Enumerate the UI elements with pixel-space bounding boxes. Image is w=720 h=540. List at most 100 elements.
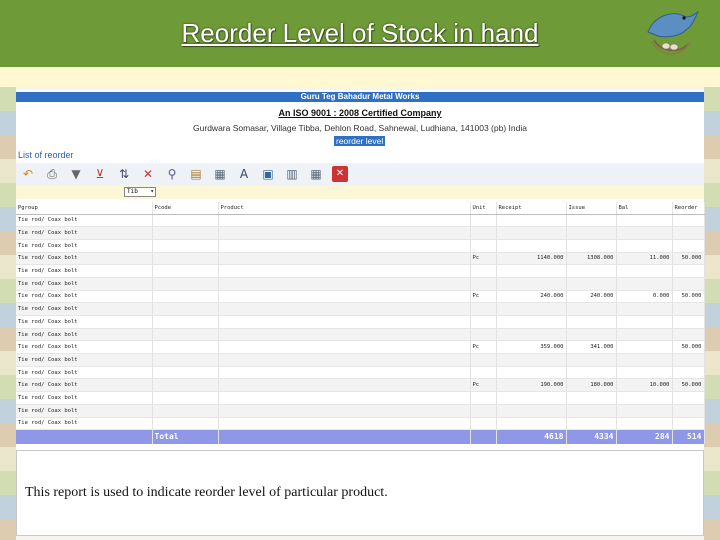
report-name-link[interactable]: reorder level bbox=[334, 136, 386, 146]
table-row[interactable]: Tie rod/ Coax bolt bbox=[16, 404, 705, 418]
column-header[interactable]: Unit bbox=[470, 202, 497, 215]
column-header[interactable]: Pcode bbox=[152, 202, 219, 215]
table-cell bbox=[496, 264, 567, 278]
table-cell: 359.000 bbox=[496, 340, 567, 355]
search-icon[interactable]: ⚲ bbox=[164, 166, 180, 182]
table-cell: 1308.000 bbox=[566, 252, 617, 266]
list-label: List of reorder bbox=[18, 150, 74, 160]
table-cell bbox=[218, 277, 471, 291]
table-cell: Tie rod/ Coax bolt bbox=[16, 378, 153, 393]
table-cell bbox=[566, 315, 617, 329]
table-cell: Tie rod/ Coax bolt bbox=[16, 239, 153, 253]
table-cell bbox=[616, 404, 673, 418]
table-cell bbox=[566, 328, 617, 342]
column-header[interactable]: Reorder bbox=[672, 202, 705, 215]
table-cell: 10.000 bbox=[616, 378, 673, 393]
column-header[interactable]: Product bbox=[218, 202, 471, 215]
table-cell: Tie rod/ Coax bolt bbox=[16, 328, 153, 342]
table-cell bbox=[470, 302, 497, 316]
filter-dropdown[interactable]: Tib ▾ bbox=[124, 187, 156, 197]
column-header[interactable]: Receipt bbox=[496, 202, 567, 215]
table-cell bbox=[616, 302, 673, 316]
column-header[interactable]: Bal bbox=[616, 202, 673, 215]
table-row[interactable]: Tie rod/ Coax bolt bbox=[16, 264, 705, 278]
table-row[interactable]: Tie rod/ Coax bolt bbox=[16, 239, 705, 253]
table-cell bbox=[152, 302, 219, 316]
table-row[interactable]: Tie rod/ Coax bolt Pc 359.000 341.000 50.000 bbox=[16, 340, 705, 355]
table-cell bbox=[152, 264, 219, 278]
sort-icon[interactable]: ⇅ bbox=[116, 166, 132, 182]
table-row[interactable]: Tie rod/ Coax bolt bbox=[16, 328, 705, 342]
table-cell bbox=[672, 366, 705, 380]
table-cell bbox=[470, 277, 497, 291]
table-row[interactable]: Tie rod/ Coax bolt bbox=[16, 366, 705, 380]
remove-sort-icon[interactable]: ✕ bbox=[140, 166, 156, 182]
table-row[interactable]: Tie rod/ Coax bolt Pc 240.000 240.000 0.000 5… bbox=[16, 290, 705, 304]
company-name-bar: Guru Teg Bahadur Metal Works bbox=[16, 92, 704, 102]
table-cell bbox=[616, 340, 673, 355]
table-cell: Pc bbox=[470, 252, 497, 266]
table-row[interactable]: Tie rod/ Coax bolt Pc 190.000 180.000 10.000… bbox=[16, 378, 705, 393]
table-cell bbox=[218, 239, 471, 253]
clear-filter-icon[interactable]: ⊻ bbox=[92, 166, 108, 182]
table-row[interactable]: Tie rod/ Coax bolt bbox=[16, 353, 705, 367]
table-cell bbox=[616, 328, 673, 342]
export-icon[interactable]: ▤ bbox=[188, 166, 204, 182]
font-icon[interactable]: A bbox=[236, 166, 252, 182]
table-cell bbox=[218, 366, 471, 380]
table-row[interactable]: Tie rod/ Coax bolt bbox=[16, 214, 705, 228]
filter-value: Tib bbox=[127, 188, 138, 195]
table-icon[interactable]: ▦ bbox=[308, 166, 324, 182]
table-cell bbox=[218, 353, 471, 367]
table-cell bbox=[672, 417, 705, 431]
table-cell bbox=[496, 302, 567, 316]
table-cell bbox=[566, 366, 617, 380]
table-cell bbox=[672, 264, 705, 278]
table-row[interactable]: Tie rod/ Coax bolt Pc 1140.000 1308.000 11.0… bbox=[16, 252, 705, 266]
refresh-icon[interactable]: ↶ bbox=[20, 166, 36, 182]
print-icon[interactable]: ⎙ bbox=[44, 166, 60, 182]
table-cell bbox=[672, 214, 705, 228]
table-row[interactable]: Tie rod/ Coax bolt bbox=[16, 417, 705, 431]
table-cell bbox=[616, 239, 673, 253]
table-cell bbox=[566, 264, 617, 278]
total-receipt: 4618 bbox=[496, 429, 567, 444]
table-row[interactable]: Tie rod/ Coax bolt bbox=[16, 315, 705, 329]
table-cell bbox=[616, 353, 673, 367]
document-icon[interactable]: ▣ bbox=[260, 166, 276, 182]
table-cell bbox=[672, 404, 705, 418]
table-cell: Tie rod/ Coax bolt bbox=[16, 315, 153, 329]
company-address: Gurdwara Somasar, Village Tibba, Dehlon … bbox=[193, 123, 527, 133]
grid-icon[interactable]: ▦ bbox=[212, 166, 228, 182]
table-cell bbox=[672, 391, 705, 405]
table-cell bbox=[152, 214, 219, 228]
table-cell bbox=[470, 264, 497, 278]
table-cell bbox=[152, 290, 219, 304]
table-cell: 341.000 bbox=[566, 340, 617, 355]
report-toolbar: ↶ ⎙ ▼ ⊻ ⇅ ✕ ⚲ ▤ ▦ A ▣ ▥ ▦ ✕ bbox=[16, 163, 704, 185]
filter-icon[interactable]: ▼ bbox=[68, 166, 84, 182]
close-icon[interactable]: ✕ bbox=[332, 166, 348, 182]
table-cell: 50.000 bbox=[672, 290, 705, 304]
table-row[interactable]: Tie rod/ Coax bolt bbox=[16, 277, 705, 291]
table-row[interactable]: Tie rod/ Coax bolt bbox=[16, 391, 705, 405]
table-cell bbox=[616, 391, 673, 405]
table-cell bbox=[496, 239, 567, 253]
table-cell: Tie rod/ Coax bolt bbox=[16, 340, 153, 355]
table-cell bbox=[152, 239, 219, 253]
table-cell: 50.000 bbox=[672, 252, 705, 266]
column-header[interactable]: Pgroup bbox=[16, 202, 153, 215]
table-cell bbox=[152, 277, 219, 291]
table-cell bbox=[152, 378, 219, 393]
table-cell bbox=[218, 252, 471, 266]
table-row[interactable]: Tie rod/ Coax bolt bbox=[16, 302, 705, 316]
table-cell bbox=[672, 302, 705, 316]
column-header[interactable]: Issue bbox=[566, 202, 617, 215]
table-row[interactable]: Tie rod/ Coax bolt bbox=[16, 226, 705, 240]
table-cell: Tie rod/ Coax bolt bbox=[16, 214, 153, 228]
table-cell bbox=[566, 226, 617, 240]
columns-icon[interactable]: ▥ bbox=[284, 166, 300, 182]
table-cell bbox=[566, 302, 617, 316]
table-cell bbox=[470, 417, 497, 431]
table-cell bbox=[218, 214, 471, 228]
